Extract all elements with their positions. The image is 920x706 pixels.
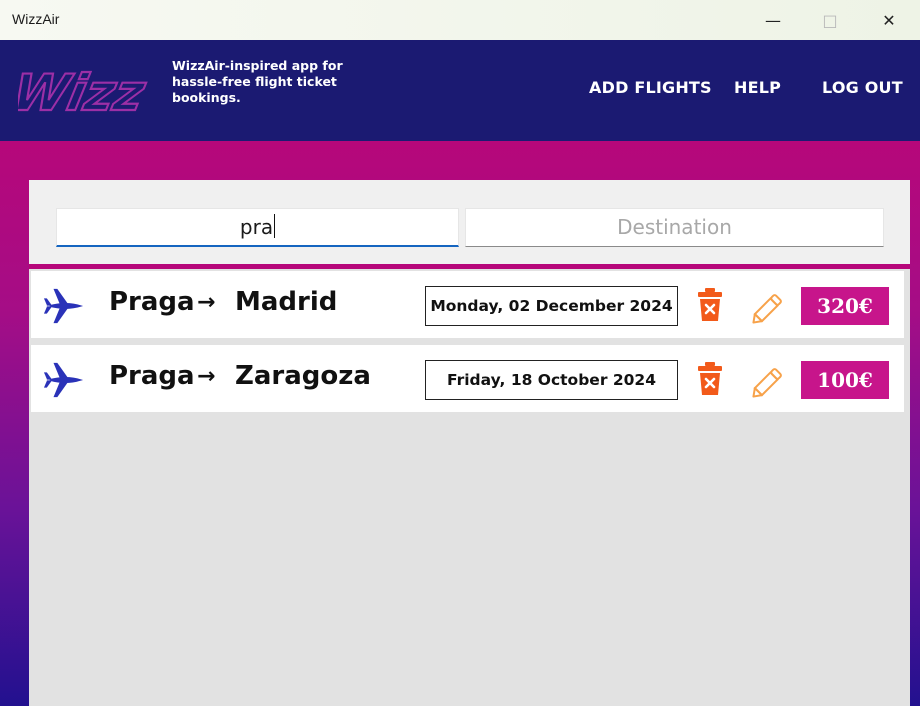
maximize-button[interactable]: □ — [801, 0, 859, 40]
nav-log-out[interactable]: LOG OUT — [822, 78, 903, 97]
airplane-icon — [43, 288, 84, 324]
flight-destination: Madrid — [235, 287, 338, 317]
flight-date: Monday, 02 December 2024 — [425, 286, 678, 326]
destination-search-input[interactable]: Destination — [465, 208, 884, 247]
flight-origin: Praga — [109, 287, 195, 317]
flight-origin: Praga — [109, 361, 195, 391]
route-arrow: → — [197, 364, 216, 389]
edit-icon[interactable] — [751, 363, 787, 399]
wizz-logo: Wizz — [18, 62, 152, 122]
flight-date: Friday, 18 October 2024 — [425, 360, 678, 400]
flights-panel: pra Destination Praga → Madrid Monday, 0… — [29, 180, 910, 706]
origin-input-value: pra — [239, 215, 274, 239]
app-header: Wizz WizzAir-inspired app for hassle-fre… — [0, 40, 920, 141]
edit-icon[interactable] — [751, 289, 787, 325]
window-title: WizzAir — [12, 11, 60, 27]
search-area: pra Destination — [29, 180, 910, 264]
flight-destination: Zaragoza — [235, 361, 371, 391]
flight-row: Praga → Zaragoza Friday, 18 October 2024… — [31, 345, 904, 412]
minimize-button[interactable]: — — [744, 0, 802, 40]
nav-help[interactable]: HELP — [734, 78, 781, 97]
title-bar: WizzAir — □ ✕ — [0, 0, 920, 40]
svg-text:Wizz: Wizz — [18, 64, 151, 122]
price-button[interactable]: 320€ — [801, 287, 889, 325]
price-button[interactable]: 100€ — [801, 361, 889, 399]
airplane-icon — [43, 362, 84, 398]
origin-search-input[interactable]: pra — [56, 208, 459, 247]
app-window: WizzAir — □ ✕ Wizz WizzAir-inspired app … — [0, 0, 920, 706]
route-arrow: → — [197, 290, 216, 315]
app-tagline: WizzAir-inspired app for hassle-free fli… — [172, 58, 343, 105]
nav-add-flights[interactable]: ADD FLIGHTS — [589, 78, 712, 97]
close-button[interactable]: ✕ — [860, 0, 918, 40]
flight-row: Praga → Madrid Monday, 02 December 2024 … — [31, 271, 904, 338]
delete-icon[interactable] — [697, 362, 723, 396]
search-divider — [29, 264, 910, 269]
text-caret — [274, 214, 276, 238]
delete-icon[interactable] — [697, 288, 723, 322]
